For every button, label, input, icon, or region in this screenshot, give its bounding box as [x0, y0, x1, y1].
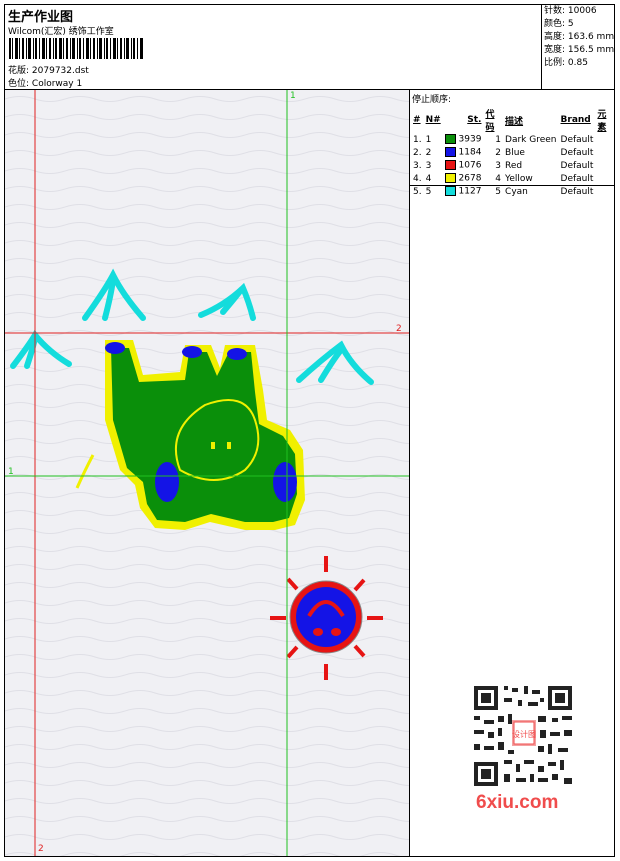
colorway-value: Colorway 1	[31, 79, 83, 89]
design-file-row: 花版: 2079732.dst	[8, 63, 89, 76]
header-panel: 生产作业图 Wilcom(汇宏) 绣饰工作室 花版: 2079732.dst 色…	[5, 5, 614, 90]
guide-label-v-top: 1	[290, 91, 296, 101]
barcode-icon	[9, 38, 143, 59]
company-name: Wilcom(汇宏) 绣饰工作室	[8, 27, 114, 37]
stop-sequence-section: 停止顺序: # N# St. 代码 描述 Brand 元素 1. 1 3939 1…	[410, 90, 615, 197]
stat-colors: 颜色: 5	[544, 19, 574, 29]
stop-sequence-title: 停止顺序:	[412, 95, 452, 105]
color-swatch-dark-green	[444, 134, 456, 145]
design-file-value: 2079732.dst	[31, 66, 89, 76]
qr-stamp-text: 设计图	[512, 729, 536, 739]
page-title: 生产作业图	[8, 10, 74, 25]
guide-label-h-left: 1	[8, 467, 14, 477]
table-row: 1. 1 3939 1 Dark Green Default	[413, 134, 594, 145]
color-swatch-yellow	[444, 173, 456, 184]
stats-panel: 针数: 10006 颜色: 5 高度: 163.6 mm 宽度: 156.5 m…	[541, 5, 615, 89]
color-table: # N# St. 代码 描述 Brand 元素 1. 1 3939 1 Dark G…	[411, 107, 615, 198]
stat-height: 高度: 163.6 mm	[544, 32, 615, 42]
colorway-row: 色位: Colorway 1	[8, 76, 82, 89]
table-row: 2. 2 1184 2 Blue Default	[413, 147, 594, 158]
table-row: 3. 3 1076 3 Red Default	[413, 160, 594, 171]
stat-scale: 比例: 0.85	[544, 58, 588, 68]
embroidery-preview	[5, 90, 409, 856]
color-table-header: # N# St. 代码 描述 Brand 元素	[413, 110, 607, 133]
design-canvas[interactable]: 1 2 1 2	[5, 90, 409, 856]
color-swatch-blue	[444, 147, 456, 158]
table-row: 5. 5 1127 5 Cyan Default	[413, 186, 594, 197]
stat-stitches: 针数: 10006	[544, 6, 597, 16]
site-logo[interactable]: 6xiu.com	[476, 792, 558, 814]
qr-code-icon: 设计图	[468, 680, 578, 792]
guide-label-v-bottom: 2	[38, 844, 44, 854]
colorway-label: 色位:	[8, 79, 30, 89]
table-row: 4. 4 2678 4 Yellow Default	[413, 173, 594, 184]
design-file-label: 花版:	[8, 66, 30, 76]
stat-width: 宽度: 156.5 mm	[544, 45, 615, 55]
color-swatch-cyan	[444, 186, 456, 197]
color-swatch-red	[444, 160, 456, 171]
guide-label-h-right: 2	[396, 324, 402, 334]
